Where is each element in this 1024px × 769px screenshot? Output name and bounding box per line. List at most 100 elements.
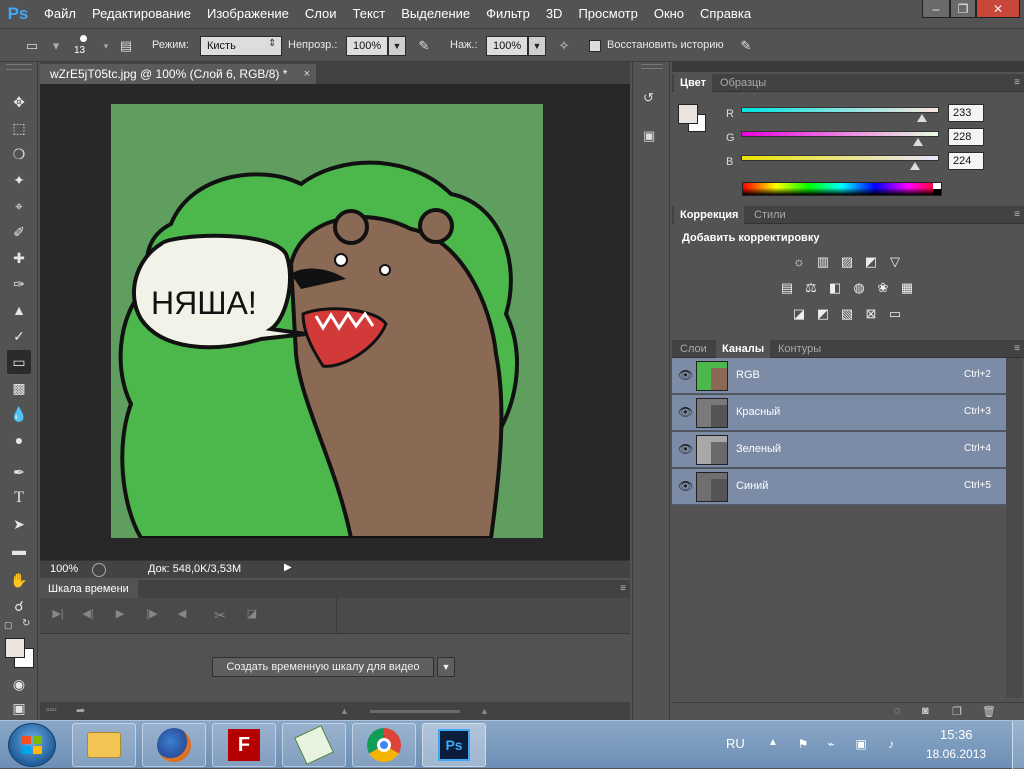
toolbox-grip[interactable] xyxy=(6,64,32,70)
render-video-icon[interactable]: ➦ xyxy=(76,704,85,717)
channel-mixer-icon[interactable]: ❀ xyxy=(874,280,892,296)
hand-tool-icon[interactable]: ✋ xyxy=(7,568,31,592)
tab-adjustments[interactable]: Коррекция xyxy=(674,206,745,224)
eyedropper-tool-icon[interactable]: ✐ xyxy=(7,220,31,244)
menu-edit[interactable]: Редактирование xyxy=(84,0,199,28)
frames-icon[interactable]: ▫▫▫ xyxy=(46,705,57,716)
flow-input[interactable]: 100% xyxy=(486,36,528,56)
panel-menu-icon[interactable]: ≡ xyxy=(620,583,626,594)
rectangle-tool-icon[interactable]: ▬ xyxy=(7,538,31,562)
close-icon[interactable]: × xyxy=(304,64,310,84)
panel-menu-icon[interactable]: ≡ xyxy=(1014,343,1020,354)
chevron-down-icon[interactable]: ▼ xyxy=(528,36,546,56)
history-panel-icon[interactable]: ↺ xyxy=(643,90,661,108)
r-track[interactable] xyxy=(741,107,939,113)
default-colors-icon[interactable]: ▢ xyxy=(4,620,13,631)
document-canvas[interactable]: НЯША! xyxy=(111,104,543,538)
color-lookup-icon[interactable]: ▦ xyxy=(898,280,916,296)
taskbar-firefox[interactable] xyxy=(142,723,206,767)
brush-panel-icon[interactable]: ▤ xyxy=(116,37,136,55)
menu-help[interactable]: Справка xyxy=(692,0,759,28)
timeline-tab[interactable]: Шкала времени xyxy=(40,580,138,598)
pen-tool-icon[interactable]: ✒ xyxy=(7,460,31,484)
b-value-input[interactable]: 224 xyxy=(948,152,984,170)
eye-icon[interactable]: 👁 xyxy=(678,479,693,493)
blur-tool-icon[interactable]: 💧 xyxy=(7,402,31,426)
status-options-icon[interactable] xyxy=(92,563,106,577)
create-video-timeline-button[interactable]: Создать временную шкалу для видео xyxy=(212,657,434,677)
restore-history-checkbox[interactable] xyxy=(589,40,601,52)
dock-grip[interactable] xyxy=(641,64,663,69)
usb-icon[interactable]: ⌁ xyxy=(822,737,840,753)
g-value-input[interactable]: 228 xyxy=(948,128,984,146)
g-thumb[interactable] xyxy=(913,138,923,146)
canvas-area[interactable]: НЯША! xyxy=(40,84,630,560)
action-center-icon[interactable]: ⚑ xyxy=(794,737,812,753)
airbrush-icon[interactable]: ✧ xyxy=(554,37,574,55)
eye-icon[interactable]: 👁 xyxy=(678,442,693,456)
scissors-icon[interactable]: ✂ xyxy=(210,607,230,625)
levels-icon[interactable]: ▥ xyxy=(814,254,832,270)
tab-paths[interactable]: Контуры xyxy=(772,340,827,358)
taskbar-notepad[interactable] xyxy=(282,723,346,767)
brush-preset-picker[interactable]: 13 xyxy=(72,32,96,60)
tab-swatches[interactable]: Образцы xyxy=(714,74,772,92)
eye-icon[interactable]: 👁 xyxy=(678,368,693,382)
menu-select[interactable]: Выделение xyxy=(393,0,478,28)
taskbar-filezilla[interactable]: F xyxy=(212,723,276,767)
trash-icon[interactable]: 🗑 xyxy=(982,705,996,718)
chevron-down-icon[interactable]: ▼ xyxy=(437,657,455,677)
brightness-contrast-icon[interactable]: ☼ xyxy=(790,254,808,270)
history-brush-tool-icon[interactable]: ✓ xyxy=(7,324,31,348)
menu-window[interactable]: Окно xyxy=(646,0,692,28)
tab-color[interactable]: Цвет xyxy=(674,74,713,92)
close-button[interactable]: ✕ xyxy=(976,0,1020,18)
channel-row-red[interactable]: 👁 Красный Ctrl+3 xyxy=(672,395,1006,431)
b-track[interactable] xyxy=(741,155,939,161)
taskbar-photoshop[interactable]: Ps xyxy=(422,723,486,767)
zoom-tool-icon[interactable]: ☌ xyxy=(7,594,31,618)
clock-date[interactable]: 18.06.2013 xyxy=(926,747,986,761)
zoom-in-icon[interactable]: ▲ xyxy=(480,706,489,716)
menu-image[interactable]: Изображение xyxy=(199,0,297,28)
black-white-icon[interactable]: ◧ xyxy=(826,280,844,296)
curves-icon[interactable]: ▨ xyxy=(838,254,856,270)
gradient-map-icon[interactable]: ▭ xyxy=(886,306,904,322)
zoom-out-icon[interactable]: ▲ xyxy=(340,706,349,716)
vibrance-icon[interactable]: ▽ xyxy=(886,254,904,270)
r-value-input[interactable]: 233 xyxy=(948,104,984,122)
healing-brush-tool-icon[interactable]: ✚ xyxy=(7,246,31,270)
chevron-down-icon[interactable]: ▾ xyxy=(46,37,66,55)
brush-tool-icon[interactable]: ✑ xyxy=(7,272,31,296)
path-selection-tool-icon[interactable]: ➤ xyxy=(7,512,31,536)
taskbar-explorer[interactable] xyxy=(72,723,136,767)
menu-3d[interactable]: 3D xyxy=(538,0,571,28)
dodge-tool-icon[interactable]: ● xyxy=(7,428,31,452)
menu-type[interactable]: Текст xyxy=(345,0,394,28)
clock-time[interactable]: 15:36 xyxy=(940,727,973,742)
channel-row-blue[interactable]: 👁 Синий Ctrl+5 xyxy=(672,469,1006,505)
tab-channels[interactable]: Каналы xyxy=(716,340,771,358)
g-track[interactable] xyxy=(741,131,939,137)
new-channel-icon[interactable]: ❐ xyxy=(952,705,962,718)
menu-filter[interactable]: Фильтр xyxy=(478,0,538,28)
previous-frame-icon[interactable]: ◀| xyxy=(78,607,98,625)
r-thumb[interactable] xyxy=(916,114,927,122)
panel-menu-icon[interactable]: ≡ xyxy=(1014,77,1020,88)
quick-mask-icon[interactable]: ◉ xyxy=(7,672,31,696)
color-spectrum-ramp[interactable] xyxy=(742,182,942,196)
crop-tool-icon[interactable]: ⌖ xyxy=(7,194,31,218)
swap-colors-icon[interactable]: ↻ xyxy=(22,618,30,629)
tab-styles[interactable]: Стили xyxy=(748,206,792,224)
document-tab[interactable]: wZrE5jT05tc.jpg @ 100% (Слой 6, RGB/8) *… xyxy=(40,64,316,84)
menu-file[interactable]: Файл xyxy=(36,0,84,28)
zoom-level[interactable]: 100% xyxy=(50,563,78,575)
foreground-color-chip[interactable] xyxy=(678,104,698,124)
3d-panel-icon[interactable]: ▣ xyxy=(643,128,661,146)
restore-button[interactable]: ❐ xyxy=(950,0,976,18)
audio-icon[interactable]: ◀ xyxy=(172,607,192,625)
lasso-tool-icon[interactable]: ❍ xyxy=(7,142,31,166)
channel-row-green[interactable]: 👁 Зеленый Ctrl+4 xyxy=(672,432,1006,468)
chevron-down-icon[interactable]: ▼ xyxy=(388,36,406,56)
save-selection-icon[interactable]: ◙ xyxy=(922,705,929,717)
